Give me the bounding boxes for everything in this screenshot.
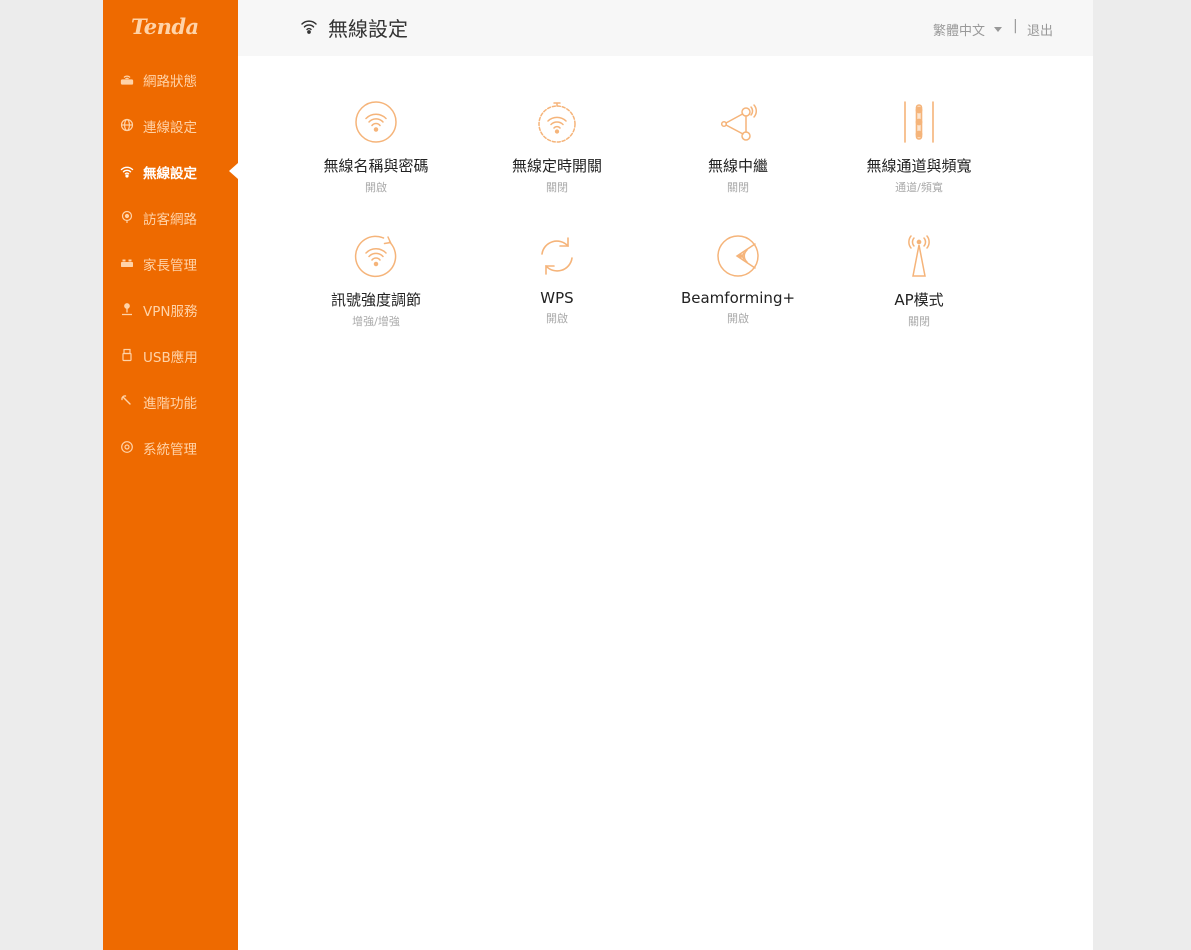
tile-name: Beamforming+ xyxy=(680,289,796,307)
repeater-icon xyxy=(720,104,758,141)
sidebar-item-wireless[interactable]: 無線設定 xyxy=(103,148,238,194)
wrench-icon xyxy=(120,394,134,408)
tile-status: 開啟 xyxy=(727,312,749,325)
tile-name: AP模式 xyxy=(894,291,944,309)
tile-signal-strength[interactable]: 訊號強度調節 增強/增強 xyxy=(286,233,466,329)
sidebar-item-system[interactable]: 系統管理 xyxy=(103,424,238,470)
header-separator: | xyxy=(1013,18,1018,34)
tile-status: 關閉 xyxy=(727,181,749,194)
sidebar: Tenda 網路狀態 連線設定 無線設定 訪客網路 家長管理 VPN服務 USB… xyxy=(103,0,238,950)
language-label: 繁體中文 xyxy=(933,24,986,39)
tile-name: 無線中繼 xyxy=(707,157,768,175)
language-dropdown[interactable]: 繁體中文 xyxy=(933,20,1003,39)
beamforming-icon xyxy=(717,235,759,277)
tile-status: 增強/增強 xyxy=(352,315,400,328)
sidebar-item-label: 進階功能 xyxy=(143,396,197,412)
vpn-icon xyxy=(120,302,134,316)
sidebar-item-label: VPN服務 xyxy=(143,304,198,320)
sidebar-item-label: 無線設定 xyxy=(143,166,197,182)
tenda-logo: Tenda xyxy=(131,14,199,39)
tile-name: WPS xyxy=(540,289,574,307)
sidebar-nav: 網路狀態 連線設定 無線設定 訪客網路 家長管理 VPN服務 USB應用 進階功… xyxy=(103,56,238,470)
wps-icon xyxy=(541,237,573,275)
signal-strength-icon xyxy=(354,235,397,278)
sidebar-item-usb[interactable]: USB應用 xyxy=(103,332,238,378)
usb-icon xyxy=(120,348,134,362)
tile-name: 無線通道與頻寬 xyxy=(866,157,972,175)
sidebar-item-network-status[interactable]: 網路狀態 xyxy=(103,56,238,102)
ap-tower-icon xyxy=(908,235,930,277)
wifi-icon xyxy=(300,17,318,35)
app-window: Tenda 網路狀態 連線設定 無線設定 訪客網路 家長管理 VPN服務 USB… xyxy=(103,0,1093,950)
tile-channel-bandwidth[interactable]: 無線通道與頻寬 通道/頻寬 xyxy=(829,99,1009,195)
tile-wps[interactable]: WPS 開啟 xyxy=(467,233,647,326)
guest-icon xyxy=(120,210,134,224)
tile-status: 開啟 xyxy=(546,312,568,325)
sidebar-item-label: 網路狀態 xyxy=(143,74,197,90)
channel-icon xyxy=(904,101,934,143)
tile-name: 無線名稱與密碼 xyxy=(323,157,429,175)
router-icon xyxy=(120,72,134,86)
tile-wireless-repeater[interactable]: 無線中繼 關閉 xyxy=(648,99,828,195)
chevron-down-icon xyxy=(994,27,1003,32)
sidebar-item-label: 家長管理 xyxy=(143,258,197,274)
sidebar-item-vpn[interactable]: VPN服務 xyxy=(103,286,238,332)
tile-beamforming[interactable]: Beamforming+ 開啟 xyxy=(648,233,828,326)
sidebar-item-connection[interactable]: 連線設定 xyxy=(103,102,238,148)
sidebar-item-guest[interactable]: 訪客網路 xyxy=(103,194,238,240)
sidebar-item-label: 系統管理 xyxy=(143,442,197,458)
tile-status: 通道/頻寬 xyxy=(895,181,943,194)
tile-name: 無線定時開關 xyxy=(511,157,602,175)
tile-status: 關閉 xyxy=(546,181,568,194)
wifi-timer-icon xyxy=(538,102,576,143)
sidebar-item-label: 訪客網路 xyxy=(143,212,197,228)
tile-status: 關閉 xyxy=(908,315,930,328)
parental-icon xyxy=(120,256,134,270)
tile-status: 開啟 xyxy=(365,181,387,194)
tile-wifi-schedule[interactable]: 無線定時開關 關閉 xyxy=(467,99,647,195)
wifi-circle-icon xyxy=(355,101,397,143)
tile-name: 訊號強度調節 xyxy=(330,291,421,309)
page-title: 無線設定 xyxy=(328,17,408,41)
gear-icon xyxy=(120,440,134,454)
sidebar-item-advanced[interactable]: 進階功能 xyxy=(103,378,238,424)
sidebar-item-label: 連線設定 xyxy=(143,120,197,136)
tile-ap-mode[interactable]: AP模式 關閉 xyxy=(829,233,1009,329)
tile-wifi-name-password[interactable]: 無線名稱與密碼 開啟 xyxy=(286,99,466,195)
wifi-icon xyxy=(120,164,134,178)
logout-link[interactable]: 退出 xyxy=(1027,20,1053,39)
sidebar-item-parental[interactable]: 家長管理 xyxy=(103,240,238,286)
globe-icon xyxy=(120,118,134,132)
page-header: 無線設定 繁體中文 | 退出 xyxy=(238,0,1093,56)
sidebar-item-label: USB應用 xyxy=(143,350,198,366)
